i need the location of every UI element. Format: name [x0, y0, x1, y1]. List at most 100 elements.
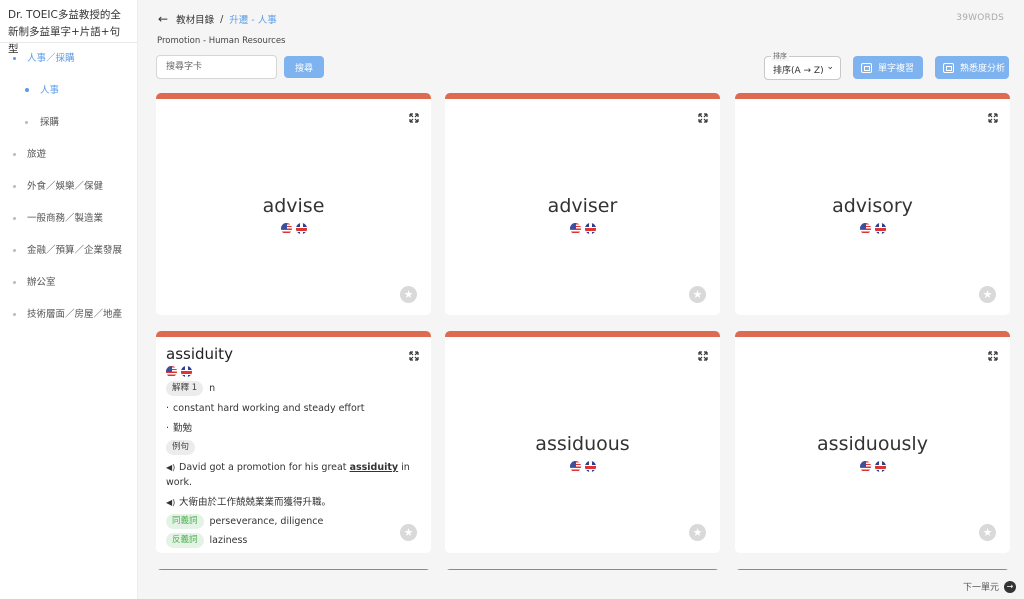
- us-flag-icon[interactable]: [859, 223, 871, 234]
- example-chip: 例句: [166, 440, 196, 455]
- familiarity-analysis-button[interactable]: 熟悉度分析: [935, 56, 1009, 79]
- card-word: assiduous: [535, 433, 630, 455]
- breadcrumb: ← 教材目錄 / 升遷 - 人事: [158, 12, 277, 26]
- bullet-dot: [25, 88, 29, 92]
- word-detail: assiduity 解釋 1 n constant hard working a…: [166, 345, 421, 548]
- breadcrumb-root[interactable]: 教材目錄: [176, 12, 214, 26]
- word-review-button[interactable]: 單字複習: [853, 56, 923, 79]
- expand-icon[interactable]: [698, 351, 708, 361]
- highlight-word: assiduity: [349, 462, 399, 473]
- word-card[interactable]: advisory: [735, 93, 1010, 315]
- antonyms: laziness: [209, 535, 248, 546]
- card-word: adviser: [547, 195, 618, 217]
- arrow-right-icon: →: [1004, 580, 1016, 593]
- expand-icon[interactable]: [698, 113, 708, 123]
- uk-flag-icon[interactable]: [874, 461, 886, 472]
- sidebar-item-purchasing[interactable]: 採購: [0, 107, 137, 139]
- part-of-speech: n: [209, 383, 216, 394]
- sort-legend: 排序: [771, 51, 789, 61]
- pronunciation-flags: [735, 461, 1010, 472]
- next-unit-button[interactable]: 下一單元 →: [963, 580, 1016, 593]
- search-input[interactable]: [156, 55, 277, 79]
- speaker-icon[interactable]: ◀): [166, 460, 175, 475]
- us-flag-icon[interactable]: [166, 366, 177, 377]
- footer-bar: [138, 570, 1024, 599]
- sidebar: Dr. TOEIC多益教授的全新制多益單字+片語+句型 人事／採購 人事 採購 …: [0, 0, 138, 599]
- sidebar-item-business[interactable]: 一般商務／製造業: [0, 203, 137, 235]
- sidebar-item-travel[interactable]: 旅遊: [0, 139, 137, 171]
- antonym-chip: 反義詞: [166, 533, 204, 548]
- bullet-dot: [25, 121, 28, 124]
- word-card[interactable]: assiduously: [735, 331, 1010, 553]
- chart-icon: [943, 62, 954, 73]
- pronunciation-flags: [445, 223, 720, 234]
- star-icon[interactable]: [400, 286, 417, 303]
- star-icon[interactable]: [979, 286, 996, 303]
- definition-en: constant hard working and steady effort: [166, 401, 421, 416]
- word-count: 39WORDS: [956, 13, 1004, 23]
- example-en: ◀) David got a promotion for his great as…: [166, 460, 410, 488]
- expand-icon[interactable]: [988, 351, 998, 361]
- sidebar-item-office[interactable]: 辦公室: [0, 267, 137, 299]
- chevron-down-icon: ⌄: [826, 62, 834, 72]
- sidebar-item-finance[interactable]: 金融／預算／企業發展: [0, 235, 137, 267]
- pronunciation-flags: [735, 223, 1010, 234]
- word-card-expanded[interactable]: assiduity 解釋 1 n constant hard working a…: [156, 331, 431, 553]
- star-icon[interactable]: [689, 524, 706, 541]
- search-button[interactable]: 搜尋: [284, 56, 324, 78]
- card-word: advise: [262, 195, 325, 217]
- synonym-row: 同義詞 perseverance, diligence: [166, 514, 421, 529]
- chapter-list: 人事／採購 人事 採購 旅遊 外食／娛樂／保健 一般商務／製造業 金融／預算／企…: [0, 43, 137, 331]
- pronunciation-flags: [445, 461, 720, 472]
- back-arrow-icon[interactable]: ←: [158, 12, 168, 26]
- sort-select[interactable]: 排序 排序(A → Z) ⌄: [764, 51, 841, 80]
- bullet-dot: [13, 217, 16, 220]
- word-card[interactable]: advise: [156, 93, 431, 315]
- uk-flag-icon[interactable]: [181, 366, 192, 377]
- bullet-dot: [13, 57, 16, 60]
- bullet-dot: [13, 185, 16, 188]
- us-flag-icon[interactable]: [569, 461, 581, 472]
- synonym-chip: 同義詞: [166, 514, 204, 529]
- us-flag-icon[interactable]: [280, 223, 292, 234]
- bullet-dot: [13, 153, 16, 156]
- uk-flag-icon[interactable]: [295, 223, 307, 234]
- word-card[interactable]: assiduous: [445, 331, 720, 553]
- sidebar-item-technical[interactable]: 技術層面／房屋／地產: [0, 299, 137, 331]
- pronunciation-flags: [156, 223, 431, 234]
- us-flag-icon[interactable]: [859, 461, 871, 472]
- bullet-dot: [13, 249, 16, 252]
- star-icon[interactable]: [689, 286, 706, 303]
- example-zh: ◀) 大衛由於工作兢兢業業而獲得升職。: [166, 495, 332, 510]
- page-subtitle: Promotion - Human Resources: [157, 36, 286, 46]
- sidebar-item-hr-purchasing[interactable]: 人事／採購: [0, 43, 137, 75]
- star-icon[interactable]: [400, 524, 417, 541]
- card-word: assiduity: [166, 345, 233, 363]
- sense-row: 解釋 1 n: [166, 381, 421, 396]
- us-flag-icon[interactable]: [569, 223, 581, 234]
- uk-flag-icon[interactable]: [874, 223, 886, 234]
- card-word: assiduously: [817, 433, 928, 455]
- sense-chip: 解釋 1: [166, 381, 204, 396]
- breadcrumb-current: 升遷 - 人事: [229, 15, 277, 26]
- uk-flag-icon[interactable]: [584, 223, 596, 234]
- card-word: advisory: [832, 195, 913, 217]
- breadcrumb-separator: /: [220, 13, 224, 25]
- speaker-icon[interactable]: ◀): [166, 495, 175, 510]
- synonyms: perseverance, diligence: [209, 516, 324, 527]
- expand-icon[interactable]: [988, 113, 998, 123]
- cards-icon: [861, 62, 872, 73]
- definition-zh: 勤勉: [166, 421, 421, 436]
- example-header: 例句: [166, 440, 421, 455]
- expand-icon[interactable]: [409, 113, 419, 123]
- word-card[interactable]: adviser: [445, 93, 720, 315]
- bullet-dot: [13, 313, 16, 316]
- sort-value: 排序(A → Z): [773, 66, 824, 76]
- book-title: Dr. TOEIC多益教授的全新制多益單字+片語+句型: [0, 0, 137, 55]
- star-icon[interactable]: [979, 524, 996, 541]
- sidebar-item-hr[interactable]: 人事: [0, 75, 137, 107]
- bullet-dot: [13, 281, 16, 284]
- pronunciation-flags: [166, 366, 421, 377]
- sidebar-item-dining[interactable]: 外食／娛樂／保健: [0, 171, 137, 203]
- uk-flag-icon[interactable]: [584, 461, 596, 472]
